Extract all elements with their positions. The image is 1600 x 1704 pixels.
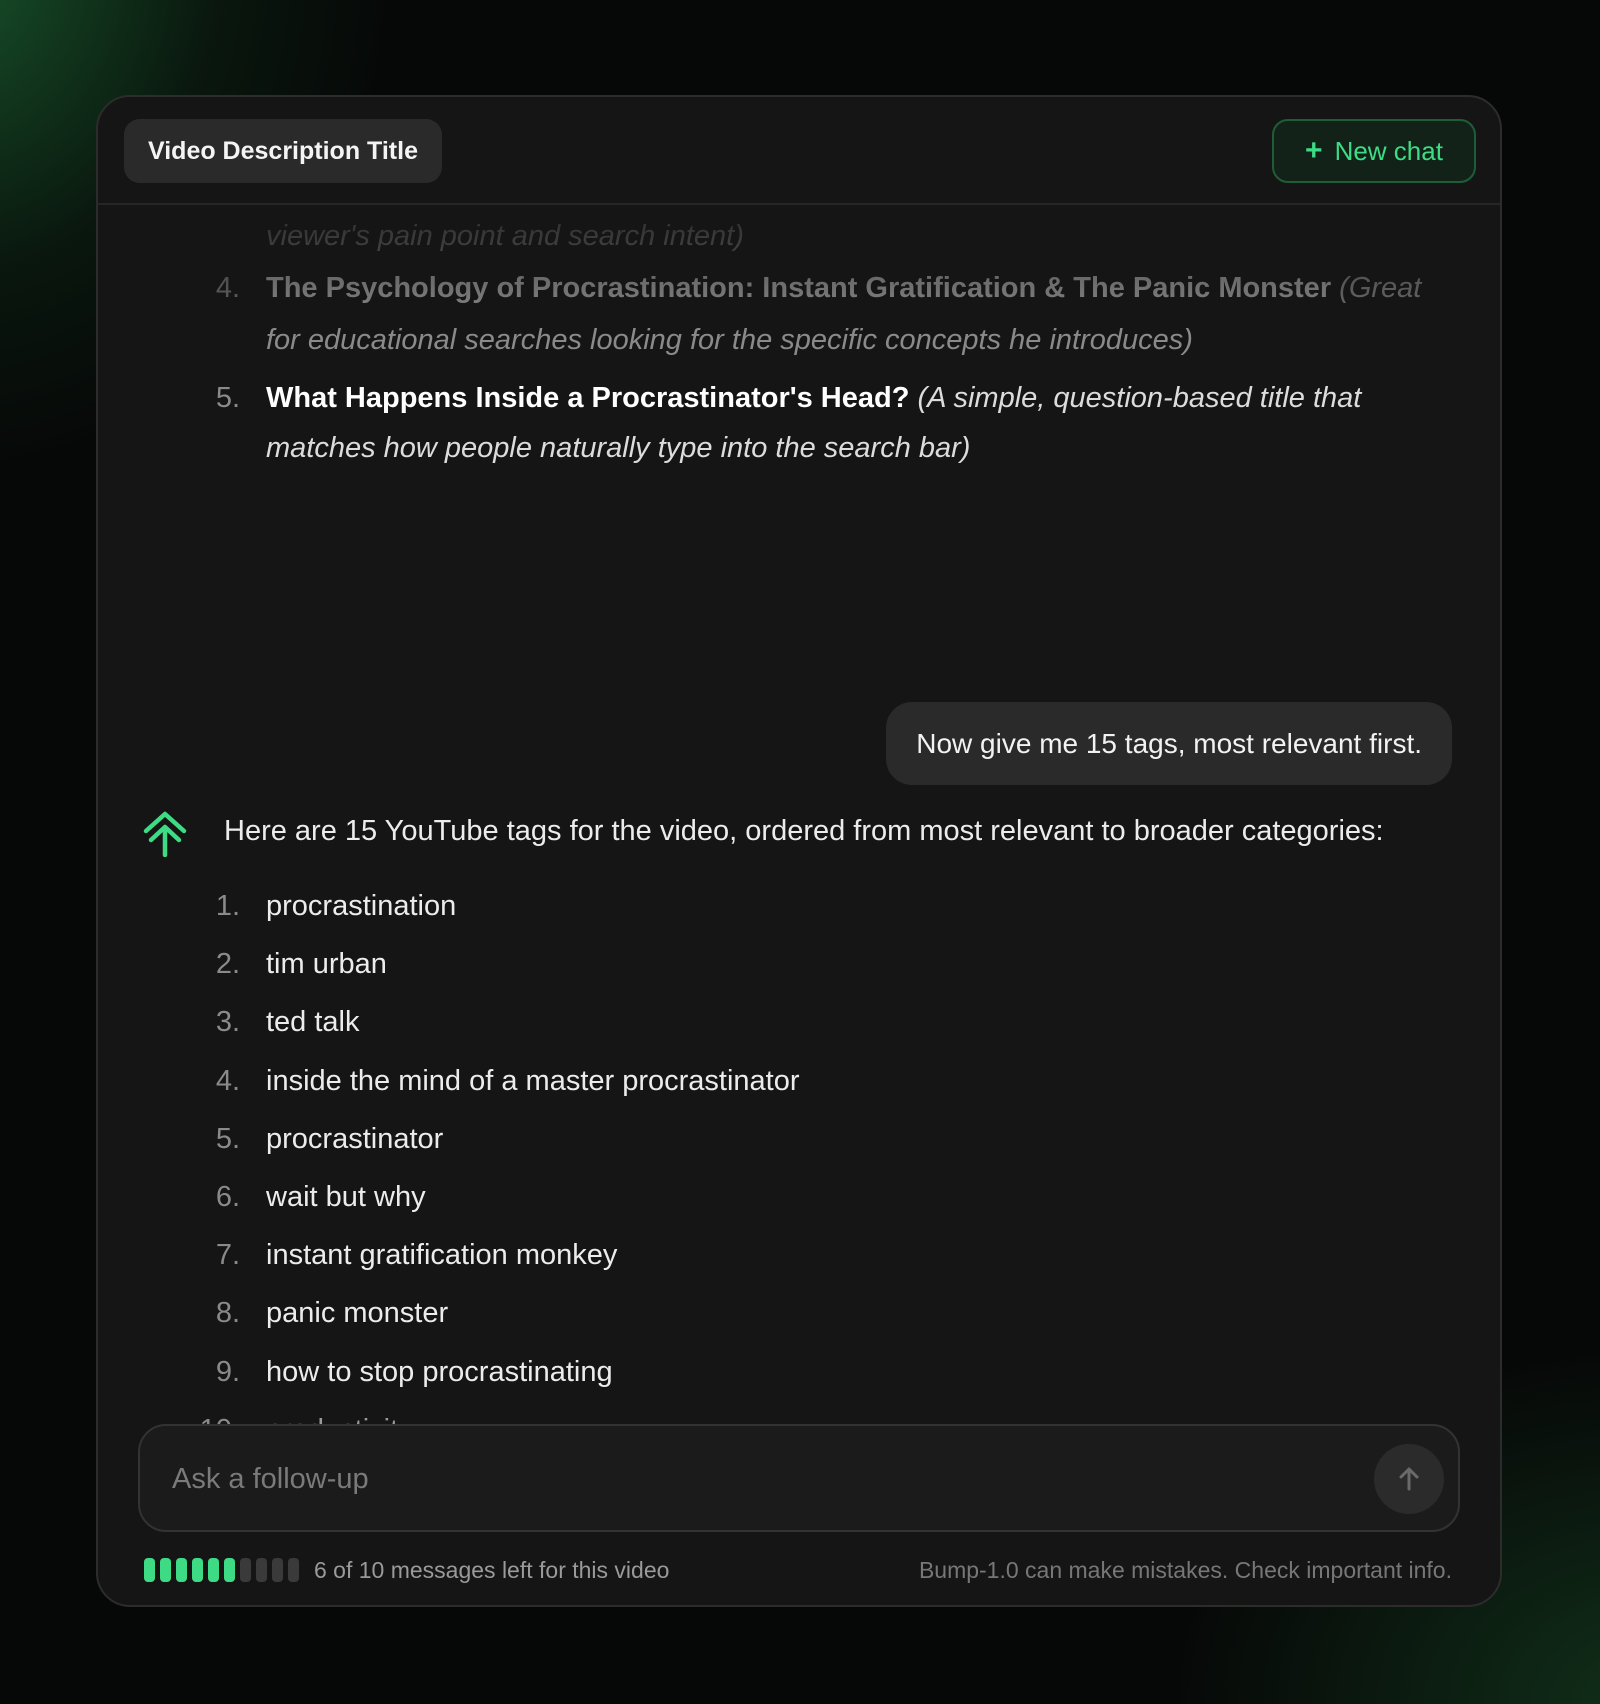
tag-text: panic monster: [266, 1297, 449, 1330]
title-suggestion: The Psychology of Procrastination: Insta…: [266, 272, 1332, 304]
plus-icon: +: [1305, 134, 1323, 167]
quota-segment: [240, 1558, 251, 1582]
list-number: 5.: [215, 1122, 240, 1155]
message-quota-text: 6 of 10 messages left for this video: [314, 1557, 670, 1583]
quota-segment: [160, 1558, 171, 1582]
follow-up-input[interactable]: [170, 1426, 1274, 1532]
bump-logo-icon: [143, 811, 187, 857]
user-message: Now give me 15 tags, most relevant first…: [886, 702, 1452, 785]
chat-panel: Video Description Title + New chat viewe…: [96, 95, 1502, 1607]
disclaimer-text: Bump-1.0 can make mistakes. Check import…: [918, 1557, 1452, 1583]
list-number: 8.: [215, 1297, 240, 1330]
send-button[interactable]: [1374, 1444, 1444, 1514]
tag-text: ted talk: [266, 1006, 360, 1039]
list-number: 2.: [215, 948, 240, 981]
list-number: 1.: [215, 890, 240, 922]
tag-text: wait but why: [266, 1181, 426, 1213]
title-note-line2: matches how people naturally type into t…: [266, 432, 971, 464]
quota-segment: [272, 1558, 283, 1582]
list-number: 9.: [215, 1355, 240, 1388]
tag-text: tim urban: [266, 948, 387, 981]
title-note-line2: for educational searches looking for the…: [266, 324, 1193, 356]
title-suggestion: What Happens Inside a Procrastinator's H…: [266, 382, 910, 414]
list-item-note: viewer's pain point and search intent): [266, 220, 744, 252]
tag-text: how to stop procrastinating: [266, 1355, 613, 1388]
new-chat-button[interactable]: + New chat: [1272, 119, 1476, 183]
list-number: 6.: [215, 1181, 240, 1213]
tag-text: instant gratification monkey: [266, 1239, 618, 1272]
tag-text: procrastinator: [266, 1122, 444, 1155]
chat-footer: 6 of 10 messages left for this video Bum…: [144, 1550, 1452, 1590]
title-note: (Great: [1339, 272, 1422, 304]
quota-segment: [208, 1558, 219, 1582]
quota-segment: [192, 1558, 203, 1582]
assistant-intro: Here are 15 YouTube tags for the video, …: [224, 815, 1384, 847]
quota-segment: [224, 1558, 235, 1582]
new-chat-label: New chat: [1334, 135, 1443, 166]
list-number: 5.: [215, 382, 240, 414]
chat-header: Video Description Title + New chat: [98, 97, 1500, 205]
quota-segment: [256, 1558, 267, 1582]
message-list[interactable]: viewer's pain point and search intent) 4…: [98, 205, 1500, 1513]
arrow-up-icon: [1399, 1467, 1419, 1491]
list-number: 3.: [215, 1006, 240, 1039]
list-number: 4.: [215, 272, 240, 304]
tag-text: inside the mind of a master procrastinat…: [266, 1064, 800, 1097]
list-number: 4.: [215, 1064, 240, 1097]
tag-text: procrastination: [266, 890, 457, 922]
quota-segment: [288, 1558, 299, 1582]
list-number: 7.: [215, 1239, 240, 1272]
quota-segment: [176, 1558, 187, 1582]
quota-segment: [144, 1558, 155, 1582]
message-quota-meter: [144, 1558, 299, 1582]
follow-up-composer: [138, 1424, 1460, 1532]
chat-title[interactable]: Video Description Title: [124, 119, 442, 183]
title-note: (A simple, question-based title that: [917, 382, 1362, 414]
